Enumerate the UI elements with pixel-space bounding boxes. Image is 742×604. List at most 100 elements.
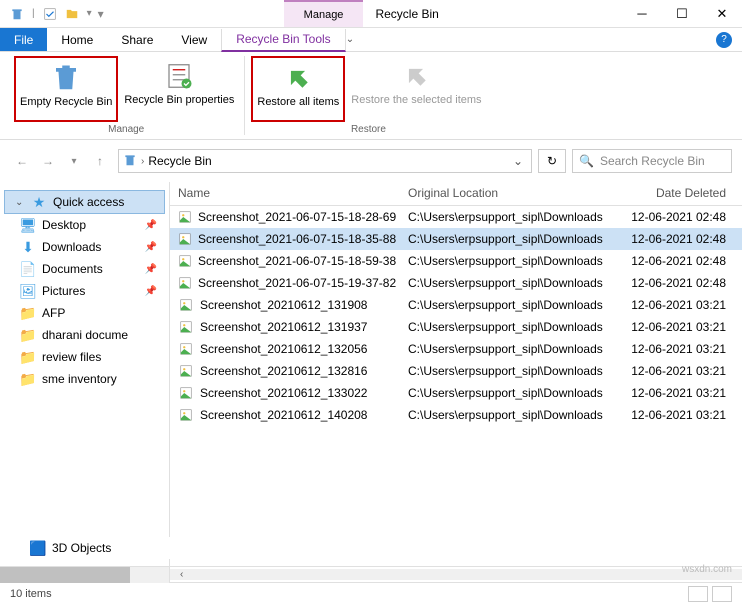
address-location[interactable]: Recycle Bin — [148, 154, 211, 168]
file-row[interactable]: Screenshot_2021-06-07-15-18-59-38 C:\Use… — [170, 250, 742, 272]
help-icon[interactable]: ? — [716, 32, 732, 48]
file-location: C:\Users\erpsupport_sipl\Downloads — [400, 364, 620, 378]
nav-review[interactable]: 📁review files — [0, 346, 169, 368]
nav-hscroll[interactable] — [0, 567, 170, 583]
nav-quick-access[interactable]: ⌄ ★ Quick access — [4, 190, 165, 214]
folder-icon: 📁 — [20, 349, 36, 365]
file-location: C:\Users\erpsupport_sipl\Downloads — [400, 232, 620, 246]
expand-icon[interactable]: ⌄ — [15, 197, 25, 208]
tab-share[interactable]: Share — [107, 28, 167, 51]
window-title: Recycle Bin — [375, 7, 438, 21]
file-row[interactable]: Screenshot_2021-06-07-15-18-28-69 C:\Use… — [170, 206, 742, 228]
file-row[interactable]: Screenshot_20210612_131908 C:\Users\erps… — [170, 294, 742, 316]
pictures-icon: 🖼 — [20, 283, 36, 299]
file-location: C:\Users\erpsupport_sipl\Downloads — [400, 386, 620, 400]
qat-check-icon[interactable] — [41, 5, 59, 23]
tab-recycle-bin-tools[interactable]: Recycle Bin Tools — [221, 29, 346, 52]
file-location: C:\Users\erpsupport_sipl\Downloads — [400, 298, 620, 312]
file-date: 12-06-2021 03:21 — [620, 342, 742, 356]
file-hscroll[interactable]: ‹ — [170, 569, 742, 580]
empty-label: Empty Recycle Bin — [20, 96, 112, 109]
nav-documents[interactable]: 📄Documents📌 — [0, 258, 169, 280]
address-row: ← → ▾ ↑ › Recycle Bin ⌄ ↻ 🔍 Search Recyc… — [0, 146, 742, 176]
file-name: Screenshot_20210612_140208 — [200, 408, 367, 422]
nav-dharani[interactable]: 📁dharani docume — [0, 324, 169, 346]
file-location: C:\Users\erpsupport_sipl\Downloads — [400, 320, 620, 334]
tab-view[interactable]: View — [167, 28, 221, 51]
file-date: 12-06-2021 03:21 — [620, 320, 742, 334]
ribbon-group-restore: Restore all items Restore the selected i… — [245, 56, 491, 135]
view-details-button[interactable] — [688, 586, 708, 602]
restore-all-icon — [282, 62, 314, 94]
image-file-icon — [178, 209, 192, 225]
nav-history-button[interactable]: ▾ — [62, 149, 86, 173]
status-bar: 10 items — [0, 582, 742, 604]
pin-icon: 📌 — [145, 242, 157, 253]
qat-folder-icon[interactable] — [63, 5, 81, 23]
recycle-bin-properties-button[interactable]: Recycle Bin properties — [120, 56, 238, 122]
file-date: 12-06-2021 02:48 — [620, 232, 742, 246]
qat-arrow-icon[interactable]: ▾ — [85, 8, 94, 19]
address-chevron-icon[interactable]: › — [141, 156, 144, 167]
address-dropdown-icon[interactable]: ⌄ — [513, 154, 523, 168]
file-row[interactable]: Screenshot_20210612_140208 C:\Users\erps… — [170, 404, 742, 426]
ribbon: Empty Recycle Bin Recycle Bin properties… — [0, 52, 742, 140]
navigation-pane[interactable]: ⌄ ★ Quick access 🖥Desktop📌 ⬇Downloads📌 📄… — [0, 182, 170, 566]
file-list[interactable]: Screenshot_2021-06-07-15-18-28-69 C:\Use… — [170, 206, 742, 566]
file-name: Screenshot_2021-06-07-15-19-37-82 — [198, 276, 396, 290]
view-large-button[interactable] — [712, 586, 732, 602]
close-button[interactable]: ✕ — [702, 0, 742, 28]
tab-file[interactable]: File — [0, 28, 47, 51]
nav-afp[interactable]: 📁AFP — [0, 302, 169, 324]
restore-selected-button[interactable]: Restore the selected items — [347, 56, 485, 122]
star-icon: ★ — [31, 194, 47, 210]
address-bin-icon — [123, 153, 137, 170]
nav-3d-objects[interactable]: 🟦 3D Objects — [0, 537, 170, 559]
file-name: Screenshot_2021-06-07-15-18-35-88 — [198, 232, 396, 246]
nav-hscroll-thumb[interactable] — [0, 567, 130, 583]
file-date: 12-06-2021 03:21 — [620, 298, 742, 312]
file-row[interactable]: Screenshot_20210612_132056 C:\Users\erps… — [170, 338, 742, 360]
col-header-name[interactable]: Name — [170, 182, 400, 205]
hscroll-left-icon[interactable]: ‹ — [180, 569, 183, 580]
qat-recycle-icon[interactable] — [8, 5, 26, 23]
file-name: Screenshot_2021-06-07-15-18-28-69 — [198, 210, 396, 224]
tab-home[interactable]: Home — [47, 28, 107, 51]
folder-icon: 📁 — [20, 371, 36, 387]
nav-pictures[interactable]: 🖼Pictures📌 — [0, 280, 169, 302]
nav-back-button[interactable]: ← — [10, 149, 34, 173]
file-row[interactable]: Screenshot_20210612_131937 C:\Users\erps… — [170, 316, 742, 338]
image-file-icon — [178, 363, 194, 379]
maximize-button[interactable]: ☐ — [662, 0, 702, 28]
restore-all-items-button[interactable]: Restore all items — [251, 56, 345, 122]
col-header-location[interactable]: Original Location — [400, 182, 620, 205]
nav-up-button[interactable]: ↑ — [88, 149, 112, 173]
file-date: 12-06-2021 03:21 — [620, 408, 742, 422]
pin-icon: 📌 — [145, 286, 157, 297]
minimize-button[interactable]: ─ — [622, 0, 662, 28]
file-row[interactable]: Screenshot_20210612_133022 C:\Users\erps… — [170, 382, 742, 404]
qat-overflow[interactable]: ▾ — [98, 7, 104, 21]
address-bar[interactable]: › Recycle Bin ⌄ — [118, 149, 532, 173]
col-header-date[interactable]: Date Deleted — [620, 182, 742, 205]
group-restore-label: Restore — [351, 122, 386, 135]
empty-recycle-bin-button[interactable]: Empty Recycle Bin — [14, 56, 118, 122]
pin-icon: 📌 — [145, 220, 157, 231]
file-date: 12-06-2021 02:48 — [620, 210, 742, 224]
nav-desktop[interactable]: 🖥Desktop📌 — [0, 214, 169, 236]
file-row[interactable]: Screenshot_2021-06-07-15-19-37-82 C:\Use… — [170, 272, 742, 294]
image-file-icon — [178, 341, 194, 357]
column-headers: Name Original Location Date Deleted — [170, 182, 742, 206]
file-row[interactable]: Screenshot_20210612_132816 C:\Users\erps… — [170, 360, 742, 382]
image-file-icon — [178, 407, 194, 423]
nav-downloads[interactable]: ⬇Downloads📌 — [0, 236, 169, 258]
file-name: Screenshot_20210612_131937 — [200, 320, 367, 334]
nav-forward-button[interactable]: → — [36, 149, 60, 173]
qat-divider: | — [30, 8, 37, 19]
refresh-button[interactable]: ↻ — [538, 149, 566, 173]
ribbon-collapse-icon[interactable]: ⌄ — [346, 34, 354, 45]
file-row[interactable]: Screenshot_2021-06-07-15-18-35-88 C:\Use… — [170, 228, 742, 250]
search-input[interactable]: 🔍 Search Recycle Bin — [572, 149, 732, 173]
image-file-icon — [178, 231, 192, 247]
nav-sme[interactable]: 📁sme inventory — [0, 368, 169, 390]
